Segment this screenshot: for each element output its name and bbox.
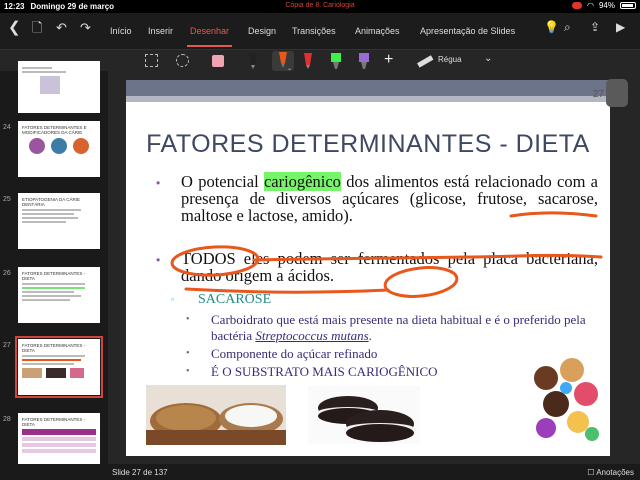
thumbnail-title: FATORES DETERMINANTES - DIETA [22, 343, 86, 353]
species-name: Streptococcus mutans [255, 327, 369, 343]
back-icon[interactable]: ❮ [8, 20, 21, 35]
play-icon[interactable]: ▶ [616, 20, 625, 35]
highlighter-purple-icon[interactable] [356, 53, 372, 69]
lightbulb-icon[interactable]: 💡 [544, 20, 559, 35]
bullet-icon: • [186, 348, 190, 359]
sub-item-text: É O SUBSTRATO MAIS CARIOGÊNICO [211, 364, 438, 379]
recording-icon [572, 2, 582, 9]
thumbnail-row[interactable] [0, 61, 108, 121]
status-date: Domingo 29 de março [30, 2, 115, 11]
chevron-down-icon[interactable]: ⌄ [484, 53, 492, 64]
thumbnail-row[interactable]: 25 ETIOPATOGENIA DA CÁRIE DENTÁRIA [0, 193, 108, 253]
thumbnail-number: 26 [3, 270, 11, 277]
ruler-icon[interactable] [416, 53, 434, 69]
slide-thumbnail[interactable]: FATORES DETERMINANTES - DIETA [18, 413, 100, 469]
pen-orange-icon[interactable]: ⌄ [272, 51, 294, 72]
notes-button[interactable]: ☐ Anotações [587, 468, 634, 477]
highlighter-green-icon[interactable] [328, 53, 344, 69]
slide-header-band-light [126, 96, 610, 102]
tab-animacoes[interactable]: Animações [355, 26, 400, 36]
slide-number: 27 [592, 89, 604, 100]
sub-item-text-end: . [368, 327, 372, 343]
ruler-label[interactable]: Régua [438, 55, 462, 64]
thumbnail-row[interactable]: 26 FATORES DETERMINANTES - DIETA [0, 267, 108, 327]
slide-counter: Slide 27 de 137 [112, 468, 168, 477]
status-time: 12:23 [4, 2, 25, 11]
candies-image [526, 348, 604, 446]
slide-thumbnail-selected[interactable]: FATORES DETERMINANTES - DIETA [15, 336, 103, 398]
undo-icon[interactable]: ↶ [56, 20, 67, 35]
redo-icon[interactable]: ↷ [80, 20, 91, 35]
battery-icon [620, 2, 636, 9]
battery-percent: 94% [598, 1, 615, 10]
slide-title: FATORES DETERMINANTES - DIETA [146, 130, 590, 158]
slide-thumbnail[interactable] [18, 61, 100, 113]
tab-desenhar[interactable]: Desenhar [186, 26, 233, 47]
tab-inserir[interactable]: Inserir [148, 26, 173, 36]
select-tool-icon[interactable] [145, 54, 158, 67]
wifi-icon: ◠ [587, 1, 594, 10]
thumbnail-row[interactable]: 27 FATORES DETERMINANTES - DIETA [0, 336, 108, 399]
eraser-icon[interactable] [212, 55, 224, 67]
sub-heading-sacarose: ▫ SACAROSE [171, 292, 272, 308]
slide-thumbnails-panel[interactable]: 24 FATORES DETERMINANTES E MODIFICADORES… [0, 61, 108, 469]
slide-header-band [126, 80, 610, 96]
oreo-cookies-image [308, 386, 420, 444]
paragraph-fermentation: TODOS eles podem ser fermentados pela pl… [181, 249, 598, 285]
sugar-spoons-image [146, 385, 286, 445]
square-bullet-icon: ▫ [171, 295, 174, 304]
file-icon[interactable]: 🗋 [32, 20, 42, 35]
sub-item: • Carboidrato que está mais presente na … [186, 312, 598, 343]
thumbnail-title: FATORES DETERMINANTES - DIETA [22, 271, 86, 281]
sub-item-text: Componente do açúcar refinado [211, 346, 378, 361]
search-icon[interactable]: ⌕ [564, 20, 571, 35]
thumbnail-number: 25 [3, 196, 11, 203]
slide-thumbnail[interactable]: FATORES DETERMINANTES - DIETA [18, 267, 100, 323]
bullet-icon: • [186, 314, 190, 325]
tab-design[interactable]: Design [248, 26, 276, 36]
share-icon[interactable]: ⇪ [590, 20, 600, 35]
bullet-icon: • [186, 366, 190, 377]
notes-label: Anotações [596, 468, 634, 477]
sub-heading-text: SACAROSE [198, 292, 272, 307]
thumbnail-number: 28 [3, 416, 11, 423]
slide-canvas[interactable]: 27 FATORES DETERMINANTES - DIETA • O pot… [108, 71, 640, 464]
thumbnail-title: FATORES DETERMINANTES - DIETA [22, 417, 86, 427]
paragraph-sugars: O potencial cariogênico dos alimentos es… [181, 172, 598, 224]
bullet-icon: • [156, 176, 161, 190]
scroll-handle[interactable] [606, 79, 628, 107]
thumbnail-title: ETIOPATOGENIA DA CÁRIE DENTÁRIA [22, 197, 81, 207]
slide[interactable]: 27 FATORES DETERMINANTES - DIETA • O pot… [126, 80, 610, 456]
bullet-icon: • [156, 253, 161, 267]
slide-thumbnail[interactable]: ETIOPATOGENIA DA CÁRIE DENTÁRIA [18, 193, 100, 249]
tab-transicoes[interactable]: Transições [292, 26, 336, 36]
bottom-bar: Slide 27 de 137 ☐ Anotações [0, 464, 640, 480]
thumbnail-number: 24 [3, 124, 11, 131]
thumbnail-title: FATORES DETERMINANTES E MODIFICADORES DA… [22, 125, 87, 135]
slide-thumbnail[interactable]: FATORES DETERMINANTES E MODIFICADORES DA… [18, 121, 100, 177]
thumbnail-row[interactable]: 24 FATORES DETERMINANTES E MODIFICADORES… [0, 121, 108, 181]
add-pen-icon[interactable]: + [384, 52, 400, 69]
lasso-icon[interactable] [176, 54, 189, 67]
tab-apresentacao[interactable]: Apresentação de Slides [420, 26, 515, 36]
pen-black-icon[interactable] [245, 53, 261, 69]
status-bar: 12:23 Domingo 29 de março Cópia de 8. Ca… [0, 0, 640, 13]
pen-red-icon[interactable] [300, 53, 316, 69]
ribbon: ❮ 🗋 ↶ ↷ Início Inserir Desenhar Design T… [0, 13, 640, 49]
tab-inicio[interactable]: Início [110, 26, 132, 36]
thumbnail-number: 27 [3, 342, 11, 349]
